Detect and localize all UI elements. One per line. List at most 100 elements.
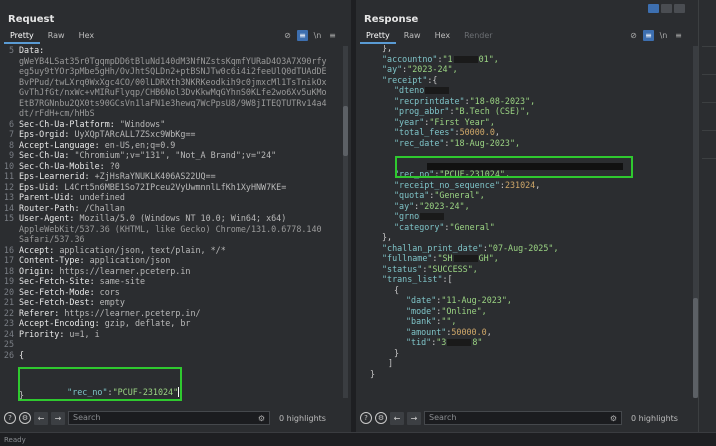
request-line: Router-Path: /Challan	[19, 203, 345, 214]
header-value: /Challan	[79, 202, 125, 213]
line-number: 9	[8, 150, 14, 160]
line-number: 26	[3, 349, 14, 360]
next-match-button[interactable]: →	[407, 411, 421, 425]
split-vertical-icon[interactable]	[661, 4, 672, 13]
line-number: 16	[3, 244, 14, 255]
json-token: "trans_list"	[382, 274, 443, 284]
header-name: Sec-Ch-Ua-Platform:	[19, 118, 115, 129]
request-scroll-thumb[interactable]	[343, 106, 348, 156]
response-view-tools: ⊘ ≡ \n ≡	[628, 30, 684, 41]
header-name: {	[19, 349, 25, 360]
prev-match-button[interactable]: ←	[34, 411, 48, 425]
settings-icon[interactable]: ⚙	[19, 412, 31, 424]
tab-render[interactable]: Render	[458, 30, 498, 44]
response-line: }	[370, 369, 692, 380]
header-value: dt/rFdH+cm/hHbS	[19, 108, 95, 118]
line-number: 20	[3, 286, 14, 297]
wrap-lines-icon[interactable]: ≡	[643, 30, 654, 41]
request-body-line: "rec_no":"PCUF-231024"	[47, 377, 180, 407]
request-search-input[interactable]: Search ⚙	[68, 411, 270, 425]
help-icon[interactable]: ?	[4, 412, 16, 424]
eye-off-icon[interactable]: ⊘	[628, 30, 639, 41]
response-editor[interactable]: }, "accountno":"1 01", "ay":"2023-24", "rece…	[356, 45, 698, 398]
tab-hex[interactable]: Hex	[73, 30, 101, 44]
header-value: "Windows"	[114, 118, 166, 129]
header-value: cors	[94, 286, 120, 297]
tab-raw[interactable]: Raw	[398, 30, 427, 44]
request-view-tools: ⊘ ≡ \n ≡	[282, 30, 338, 41]
json-token: "3	[436, 337, 447, 347]
json-token: :{	[427, 74, 438, 85]
newline-icon[interactable]: \n	[658, 30, 669, 41]
tab-hex[interactable]: Hex	[429, 30, 457, 44]
rail-tab[interactable]	[702, 46, 716, 68]
request-line: EtB7RGNnbu2QX0ts90GCsVn1laFN1e3hewq7WcPp…	[19, 98, 345, 109]
header-name: Sec-Fetch-Site:	[19, 276, 95, 286]
redacted-value	[420, 213, 445, 220]
json-token: "dteno	[394, 85, 425, 95]
line-number: 15	[3, 213, 14, 223]
rail-tab[interactable]	[702, 130, 716, 152]
response-search-input[interactable]: Search ⚙	[424, 411, 622, 425]
line-number: 14	[3, 202, 14, 213]
menu-icon[interactable]: ≡	[327, 30, 338, 41]
search-options-icon[interactable]: ⚙	[258, 413, 265, 425]
split-horizontal-icon[interactable]	[648, 4, 659, 13]
json-token: "SH	[437, 253, 453, 263]
header-name: Accept:	[19, 244, 55, 255]
newline-icon[interactable]: \n	[312, 30, 323, 41]
json-token: }	[394, 347, 400, 358]
request-line: Data:	[19, 45, 345, 56]
json-token: },	[382, 232, 393, 242]
rail-tab[interactable]	[702, 158, 716, 180]
json-token: 8"	[472, 337, 483, 347]
json-token: "receipt"	[382, 74, 428, 85]
tab-raw[interactable]: Raw	[42, 30, 71, 44]
line-number: 23	[3, 318, 14, 328]
header-value: UyXQpTARcALL7ZSxc9WbKg==	[69, 129, 196, 139]
wrap-lines-icon[interactable]: ≡	[297, 30, 308, 41]
header-value: https://learner.pceterp.in	[54, 265, 191, 276]
response-line: "bank":"",	[406, 316, 692, 327]
eye-off-icon[interactable]: ⊘	[282, 30, 293, 41]
line-number: 11	[3, 171, 14, 181]
search-options-icon[interactable]: ⚙	[610, 413, 617, 425]
header-name: Router-Path:	[19, 202, 80, 213]
single-pane-icon[interactable]	[674, 4, 685, 13]
next-match-button[interactable]: →	[51, 411, 65, 425]
request-scrollbar[interactable]	[343, 46, 348, 398]
json-token: "receipt_no_sequence"	[394, 179, 500, 190]
header-value: GvThJfGt/nxWc+vMIRuFlyqp/CHB6Nol3DvKkwMq…	[19, 87, 327, 97]
response-line: "tid":"3 8"	[406, 337, 692, 348]
json-token: "quota"	[394, 190, 430, 200]
layout-switcher	[648, 4, 685, 13]
response-line: "date":"11-Aug-2023",	[406, 295, 692, 306]
settings-icon[interactable]: ⚙	[375, 412, 387, 424]
json-token: "SUCCESS",	[427, 263, 478, 274]
request-line: Sec-Fetch-Site: same-site	[19, 276, 345, 287]
json-token: ]	[388, 358, 394, 368]
header-value: AppleWebKit/537.36 (KHTML, like Gecko) C…	[19, 223, 322, 234]
request-editor[interactable]: 5 Data: gWeYB4LSat35r0TgqmpDD6tBluNd140dM3…	[0, 45, 351, 398]
menu-icon[interactable]: ≡	[673, 30, 684, 41]
rail-tab[interactable]	[702, 74, 716, 96]
response-line: "trans_list":[	[382, 274, 692, 285]
json-token: :[	[442, 274, 453, 284]
header-name: Data:	[19, 45, 45, 55]
json-token: "fullname"	[382, 253, 433, 263]
response-line: "dteno	[394, 85, 692, 96]
header-value: empty	[94, 297, 125, 307]
header-value: +ZjHsRaYNUKLK406AS22UQ==	[89, 171, 216, 181]
tab-pretty[interactable]: Pretty	[4, 30, 40, 44]
prev-match-button[interactable]: ←	[390, 411, 404, 425]
tab-pretty[interactable]: Pretty	[360, 30, 396, 44]
header-name: Eps-Orgid:	[19, 129, 70, 139]
request-search-bar: ? ⚙ ← → Search ⚙ 0 highlights	[0, 408, 351, 428]
rail-tab[interactable]	[702, 102, 716, 124]
response-highlight-count: 0 highlights	[631, 413, 678, 423]
json-token: "category"	[394, 221, 445, 232]
help-icon[interactable]: ?	[360, 412, 372, 424]
response-line: "mode":"Online",	[406, 306, 692, 317]
redacted-value	[453, 255, 478, 262]
status-bar: Ready	[0, 432, 716, 446]
